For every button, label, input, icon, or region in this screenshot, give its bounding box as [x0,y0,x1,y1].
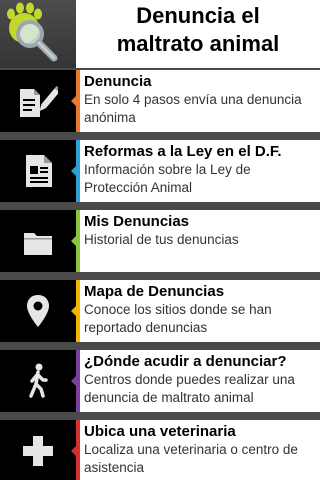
map-pin-icon [27,295,49,327]
separator [0,272,320,280]
walking-person-icon [29,363,48,398]
folder-icon [24,233,52,255]
edit-document-icon [20,86,58,117]
menu-item-description: Conoce los sitios donde se han reportado… [84,302,272,335]
menu-item-donde-acudir[interactable]: ¿Dónde acudir a denunciar? Centros donde… [0,350,320,412]
menu-item-mapa-denuncias[interactable]: Mapa de Denuncias Conoce los sitios dond… [0,280,320,342]
separator [0,412,320,420]
separator [0,202,320,210]
menu-icon-cell [0,70,76,132]
pointer-arrow [71,236,76,246]
page-title: Denuncia el maltrato animal [78,2,318,64]
menu-item-ubica-veterinaria[interactable]: Ubica una veterinaria Localiza una veter… [0,420,320,480]
menu-item-description: En solo 4 pasos envía una denuncia anóni… [84,92,302,125]
page-title-line-2: maltrato animal [116,31,280,56]
menu-item-title: Mapa de Denuncias [84,283,225,300]
pointer-arrow [71,446,76,456]
pointer-arrow [71,306,76,316]
separator [0,342,320,350]
menu-item-denuncia[interactable]: Denuncia En solo 4 pasos envía una denun… [0,70,320,132]
accent-bar [76,420,80,480]
menu-icon-cell [0,210,76,272]
accent-bar [76,70,80,132]
menu-item-title: Reformas a la Ley en el D.F. [84,143,282,160]
menu-icon-cell [0,420,76,480]
pointer-arrow [71,166,76,176]
pointer-arrow [71,96,76,106]
separator [0,132,320,140]
menu-item-reformas-ley[interactable]: Reformas a la Ley en el D.F. Información… [0,140,320,202]
pointer-arrow [71,376,76,386]
menu-item-title: Ubica una veterinaria [84,423,236,440]
page-title-line-1: Denuncia el [136,3,260,28]
accent-bar [76,210,80,272]
accent-bar [76,140,80,202]
paw-magnifier-icon [7,2,58,62]
menu-icon-cell [0,280,76,342]
menu-item-title: Mis Denuncias [84,213,190,230]
menu-item-description: Historial de tus denuncias [84,232,239,247]
app-logo [0,0,76,68]
menu-item-title: ¿Dónde acudir a denunciar? [84,353,287,370]
app-screen: Denuncia el maltrato animal Denuncia En … [0,0,320,480]
menu-icon-cell [0,350,76,412]
header: Denuncia el maltrato animal [0,0,320,68]
menu-icon-cell [0,140,76,202]
menu-item-description: Información sobre la Ley de Protección A… [84,162,251,195]
menu-item-description: Centros donde puedes realizar una denunc… [84,372,295,405]
document-icon [26,155,52,187]
accent-bar [76,280,80,342]
menu-item-mis-denuncias[interactable]: Mis Denuncias Historial de tus denuncias [0,210,320,272]
plus-icon [23,436,53,466]
accent-bar [76,350,80,412]
menu-item-description: Localiza una veterinaria o centro de asi… [84,442,298,475]
menu-item-title: Denuncia [84,73,152,90]
